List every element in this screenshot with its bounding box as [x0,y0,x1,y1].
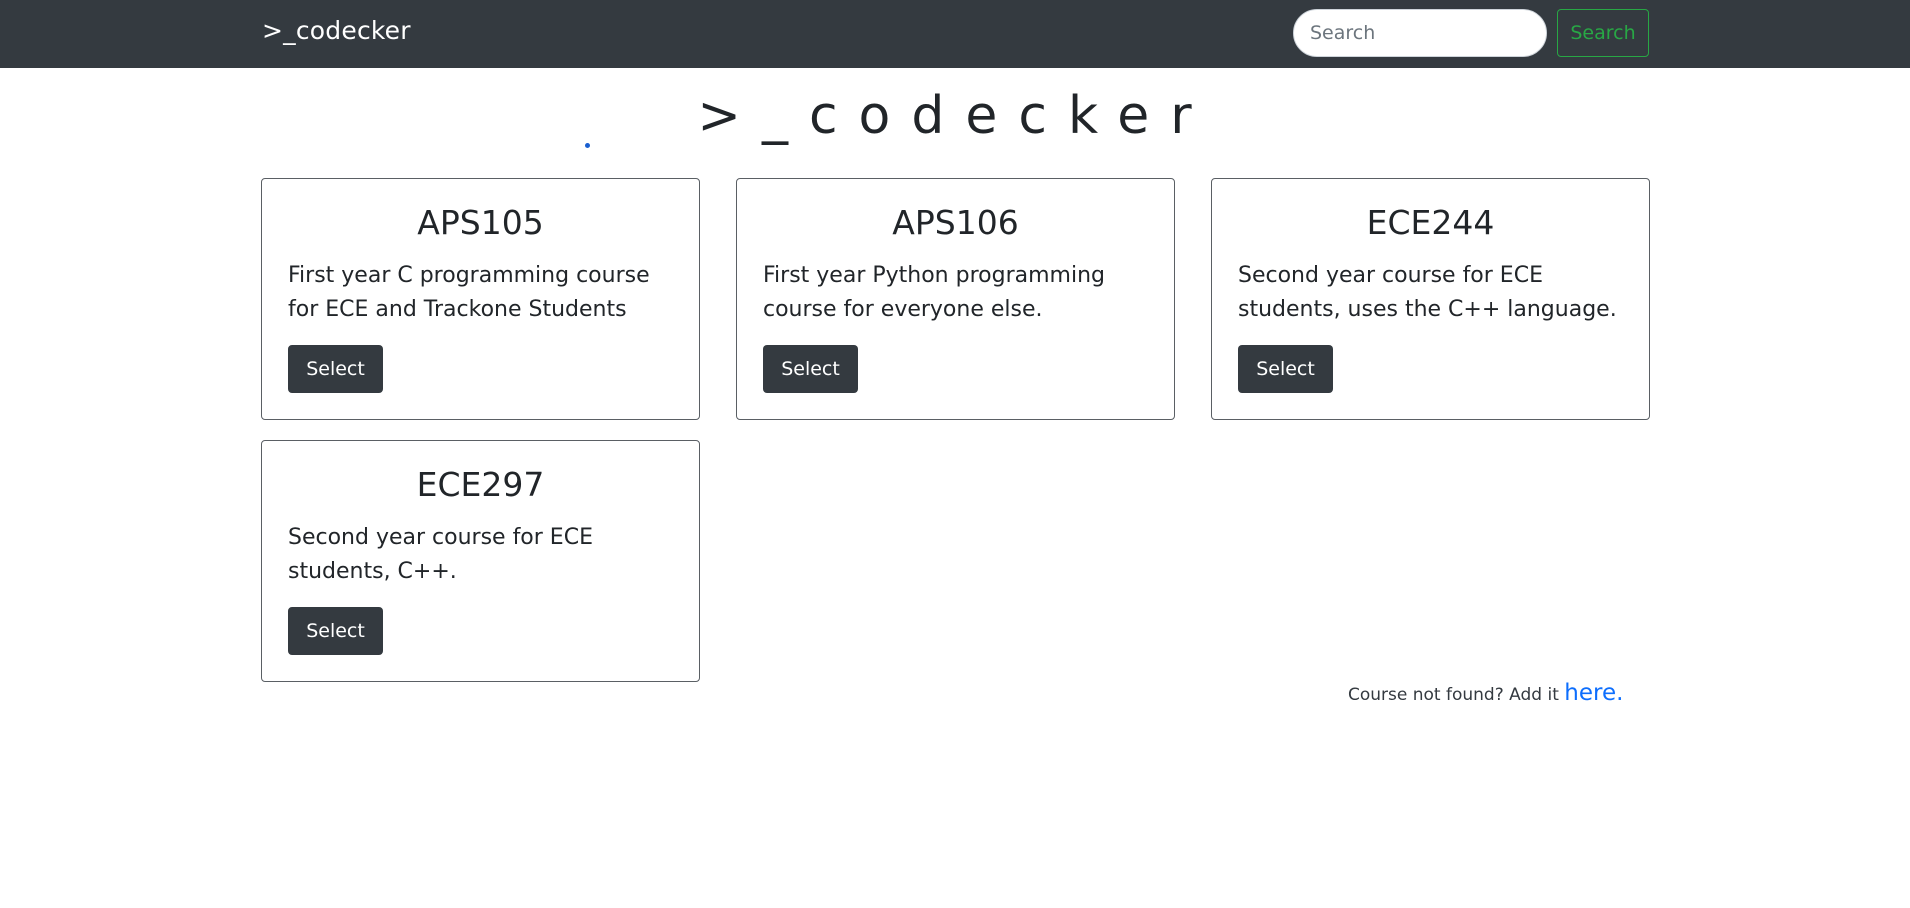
decorative-dot [585,143,590,148]
course-card-ece297: ECE297 Second year course for ECE studen… [261,440,700,682]
course-description: Second year course for ECE students, C++… [288,525,593,584]
course-description: Second year course for ECE students, use… [1238,263,1617,322]
course-card-aps106: APS106 First year Python programming cou… [736,178,1175,420]
search-input[interactable] [1293,9,1547,57]
course-code: APS105 [417,203,544,242]
course-not-found-text: Course not found? Add it [1348,685,1565,705]
course-description: First year Python programming course for… [763,263,1105,322]
top-navbar: >_codecker Search [0,0,1910,68]
course-not-found-note: Course not found? Add it here. [1348,680,1623,706]
brand-logo-link[interactable]: >_codecker [262,16,411,45]
select-course-button[interactable]: Select [288,607,383,655]
course-card-ece244: ECE244 Second year course for ECE studen… [1211,178,1650,420]
search-button[interactable]: Search [1557,9,1649,57]
course-code: ECE244 [1366,203,1495,242]
page-title: >_codecker [697,86,1213,146]
course-code: ECE297 [416,465,545,504]
course-description: First year C programming course for ECE … [288,263,650,322]
add-course-link[interactable]: here. [1564,680,1623,706]
select-course-button[interactable]: Select [763,345,858,393]
select-course-button[interactable]: Select [288,345,383,393]
course-code: APS106 [892,203,1019,242]
course-card-aps105: APS105 First year C programming course f… [261,178,700,420]
select-course-button[interactable]: Select [1238,345,1333,393]
